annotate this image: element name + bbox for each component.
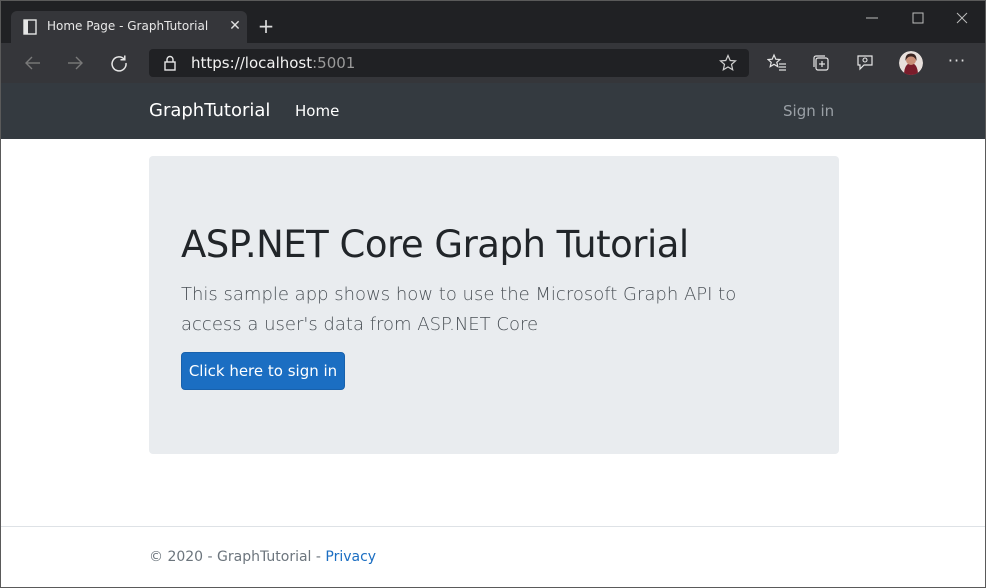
url-text: https://localhost:5001 — [191, 54, 355, 72]
page-icon — [23, 19, 37, 35]
browser-window: Home Page - GraphTutorial ✕ + https://lo… — [0, 0, 986, 588]
footer-divider — [1, 526, 985, 527]
close-icon[interactable] — [953, 9, 971, 27]
nav-link-home[interactable]: Home — [295, 102, 339, 120]
feedback-icon[interactable] — [855, 53, 875, 73]
tab-home-page[interactable]: Home Page - GraphTutorial ✕ — [11, 11, 247, 43]
page-title: ASP.NET Core Graph Tutorial — [181, 223, 689, 266]
tab-close-icon[interactable]: ✕ — [227, 18, 243, 34]
lock-icon[interactable] — [163, 55, 177, 71]
url-host: localhost — [244, 54, 313, 72]
url-port: :5001 — [312, 54, 356, 72]
page-content: ASP.NET Core Graph Tutorial This sample … — [1, 139, 985, 587]
maximize-icon[interactable] — [909, 9, 927, 27]
minimize-icon[interactable] — [863, 9, 881, 27]
browser-toolbar: https://localhost:5001 ··· — [1, 43, 985, 83]
footer: © 2020 - GraphTutorial - Privacy — [149, 549, 376, 565]
tab-title: Home Page - GraphTutorial — [47, 19, 209, 33]
more-menu-button[interactable]: ··· — [947, 51, 967, 71]
jumbotron: ASP.NET Core Graph Tutorial This sample … — [149, 156, 839, 454]
footer-copyright: © 2020 - GraphTutorial - — [149, 549, 326, 565]
new-tab-button[interactable]: + — [257, 16, 275, 36]
collections-icon[interactable] — [811, 53, 831, 73]
profile-avatar[interactable] — [899, 51, 923, 75]
address-bar[interactable]: https://localhost:5001 — [149, 49, 749, 77]
footer-privacy-link[interactable]: Privacy — [325, 549, 376, 565]
forward-icon[interactable] — [65, 53, 85, 73]
back-icon[interactable] — [23, 53, 43, 73]
tab-strip: Home Page - GraphTutorial ✕ + — [1, 1, 985, 43]
favorites-icon[interactable] — [767, 53, 787, 73]
star-icon[interactable] — [719, 54, 737, 72]
refresh-icon[interactable] — [109, 53, 129, 73]
site-navbar: GraphTutorial Home Sign in — [1, 83, 985, 139]
url-scheme: https:// — [191, 54, 245, 72]
nav-sign-in-link[interactable]: Sign in — [783, 102, 834, 120]
lead-text: This sample app shows how to use the Mic… — [181, 284, 737, 335]
sign-in-button[interactable]: Click here to sign in — [181, 352, 345, 390]
navbar-brand[interactable]: GraphTutorial — [149, 100, 270, 121]
